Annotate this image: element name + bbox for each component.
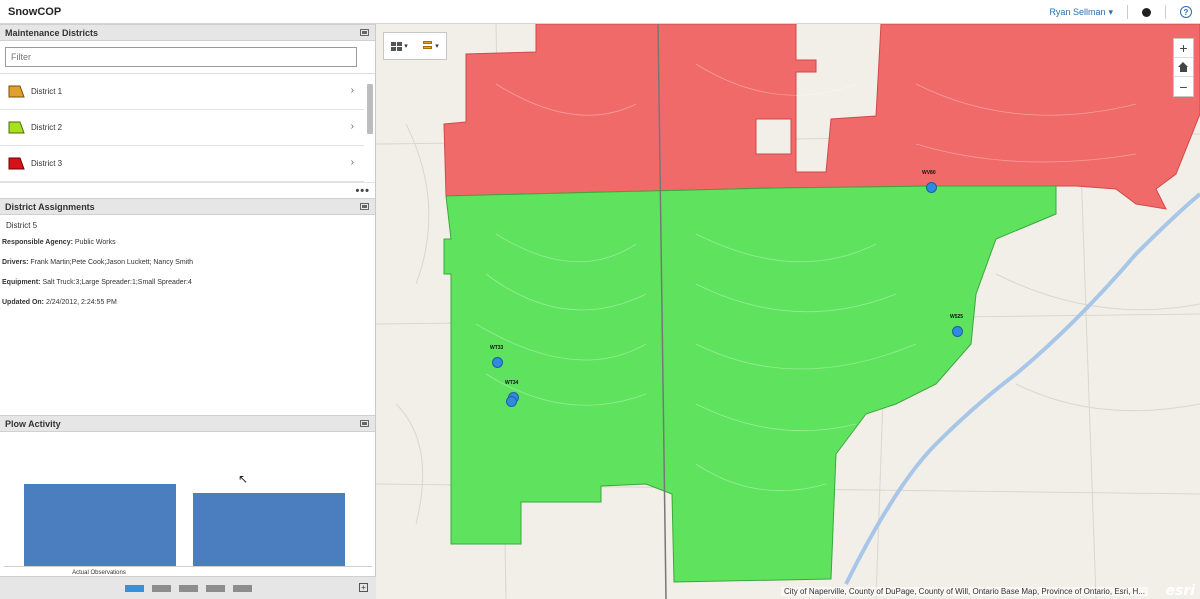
agency-value: Public Works <box>74 239 116 246</box>
filter-wrap <box>0 41 375 73</box>
zoom-out-button[interactable]: − <box>1174 77 1193 96</box>
plow-activity-header: Plow Activity <box>0 415 375 432</box>
page-indicator[interactable] <box>151 584 171 592</box>
layers-button[interactable]: ▾ <box>422 41 439 51</box>
district-1-swatch-icon <box>8 85 25 98</box>
expand-icon[interactable] <box>359 202 370 211</box>
map-attribution: City of Naperville, County of DuPage, Co… <box>780 587 1148 596</box>
topbar-right: Ryan Sellman ▾ ? <box>1049 0 1192 24</box>
updated-value: 2/24/2012, 2:24:55 PM <box>45 299 117 306</box>
district-assignments-body: District 5 Responsible Agency: Public Wo… <box>0 215 375 380</box>
page-indicator[interactable] <box>205 584 225 592</box>
page-indicator[interactable] <box>178 584 198 592</box>
vehicle-marker[interactable] <box>926 182 937 193</box>
drivers-label: Drivers: <box>2 259 29 266</box>
assigned-district: District 5 <box>6 221 38 230</box>
page-indicator[interactable] <box>124 584 144 592</box>
panel-title: District Assignments <box>5 201 95 212</box>
vehicle-marker[interactable] <box>492 357 503 368</box>
vehicle-label: WT34 <box>505 380 519 386</box>
district-2-swatch-icon <box>8 121 25 134</box>
status-dot-icon[interactable] <box>1142 7 1151 17</box>
map-toolbar: ▾ ▾ <box>383 32 447 60</box>
map-view[interactable]: ▾ ▾ + − WV80 W525 WT33 WT34 City of Nape… <box>376 24 1200 599</box>
district-assignments-header: District Assignments <box>0 198 375 215</box>
updated-label: Updated On: <box>2 299 44 306</box>
equipment-value: Salt Truck:3;Large Spreader:1;Small Spre… <box>42 279 192 286</box>
more-icon[interactable]: ••• <box>355 185 370 197</box>
vehicle-label: WT33 <box>490 345 504 351</box>
add-icon[interactable]: + <box>359 583 368 592</box>
equipment-label: Equipment: <box>2 279 41 286</box>
vehicle-label: WV80 <box>922 170 936 176</box>
home-button[interactable] <box>1174 58 1193 77</box>
vehicle-marker[interactable] <box>952 326 963 337</box>
vehicle-label: W525 <box>950 314 964 320</box>
chevron-right-icon[interactable]: › <box>351 157 354 168</box>
agency-label: Responsible Agency: <box>2 239 73 246</box>
grid-icon <box>391 41 403 51</box>
panel-pager: + <box>0 576 376 599</box>
home-icon <box>1178 62 1189 72</box>
chevron-right-icon[interactable]: › <box>351 121 354 132</box>
mouse-cursor-icon: ↖ <box>238 472 249 486</box>
scrollbar[interactable] <box>367 84 373 134</box>
district-label: District 2 <box>31 123 63 132</box>
divider <box>1127 5 1128 19</box>
user-menu[interactable]: Ryan Sellman ▾ <box>1049 7 1113 18</box>
app-title: SnowCOP <box>8 5 62 18</box>
drivers-value: Frank Martin;Pete Cook;Jason Luckett; Na… <box>30 259 194 266</box>
vehicle-marker[interactable] <box>506 396 517 407</box>
basemap-gallery-button[interactable]: ▾ <box>391 41 408 51</box>
agency-line: Responsible Agency: Public Works <box>0 239 375 246</box>
district-label: District 1 <box>31 87 63 96</box>
chart-baseline <box>4 566 372 567</box>
list-item[interactable]: District 2 › <box>0 110 364 146</box>
divider <box>1165 5 1166 19</box>
more-row: ••• <box>0 182 375 198</box>
district-list: District 1 › District 2 › District 3 › <box>0 73 375 182</box>
esri-logo: esri <box>1165 583 1195 599</box>
chevron-down-icon: ▾ <box>1108 6 1113 17</box>
drivers-line: Drivers: Frank Martin;Pete Cook;Jason Lu… <box>0 259 375 266</box>
top-bar: SnowCOP Ryan Sellman ▾ ? <box>0 0 1200 24</box>
plow-activity-chart: ↖ Actual ObservationsExpected Observatio… <box>0 432 375 588</box>
list-item[interactable]: District 3 › <box>0 146 364 182</box>
expand-icon[interactable] <box>359 419 370 428</box>
expand-icon[interactable] <box>359 28 370 37</box>
page-indicator[interactable] <box>232 584 252 592</box>
chevron-down-icon: ▾ <box>435 43 439 50</box>
equipment-line: Equipment: Salt Truck:3;Large Spreader:1… <box>0 279 375 286</box>
zoom-control: + − <box>1173 38 1194 97</box>
left-panel: Maintenance Districts District 1 › Distr… <box>0 24 376 599</box>
panel-title: Maintenance Districts <box>5 27 99 38</box>
district-label: District 3 <box>31 159 63 168</box>
help-icon[interactable]: ? <box>1180 6 1192 18</box>
district-3-swatch-icon <box>8 157 25 170</box>
zoom-in-button[interactable]: + <box>1174 39 1193 58</box>
map-canvas[interactable] <box>376 24 1200 599</box>
maintenance-districts-header: Maintenance Districts <box>0 24 375 41</box>
chevron-down-icon: ▾ <box>404 43 408 50</box>
chart-bar[interactable] <box>193 493 345 566</box>
user-name: Ryan Sellman <box>1049 7 1106 17</box>
layers-icon <box>422 41 433 51</box>
chart-bar[interactable] <box>24 484 176 566</box>
filter-input[interactable] <box>5 47 357 67</box>
list-item[interactable]: District 1 › <box>0 74 364 110</box>
panel-title: Plow Activity <box>5 418 61 429</box>
updated-line: Updated On: 2/24/2012, 2:24:55 PM <box>0 299 375 306</box>
chevron-right-icon[interactable]: › <box>351 85 354 96</box>
